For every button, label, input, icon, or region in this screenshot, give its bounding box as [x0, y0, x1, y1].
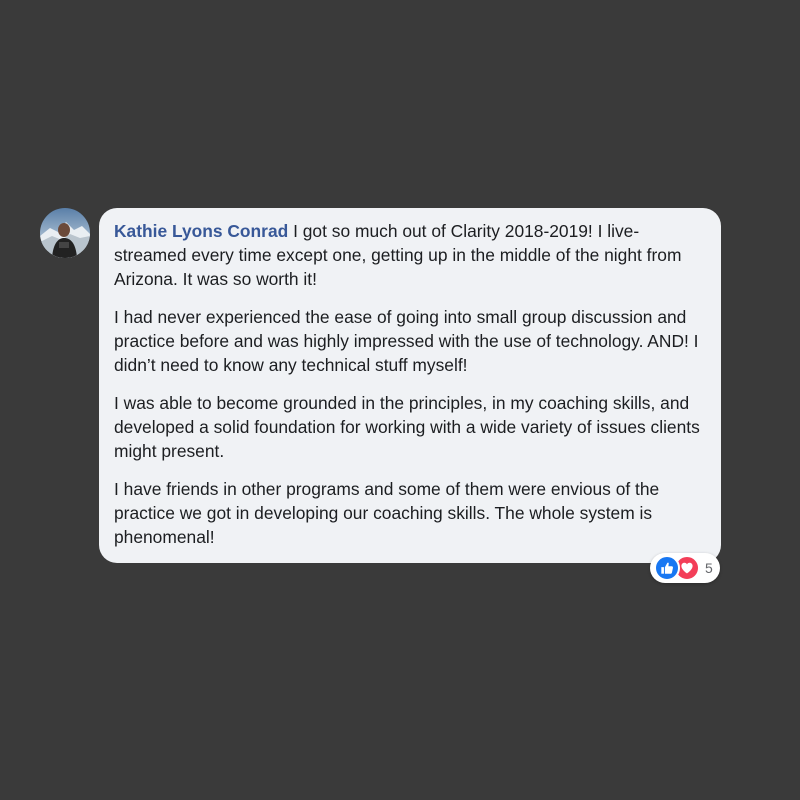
avatar-photo — [40, 208, 90, 258]
comment-bubble: Kathie Lyons Conrad I got so much out of… — [99, 208, 721, 563]
like-icon — [654, 555, 680, 581]
comment-paragraph: Kathie Lyons Conrad I got so much out of… — [114, 219, 707, 291]
comment-paragraph: I was able to become grounded in the pri… — [114, 393, 700, 461]
avatar[interactable] — [40, 208, 90, 258]
comment-paragraph: I had never experienced the ease of goin… — [114, 307, 699, 375]
reaction-count: 5 — [705, 560, 713, 576]
comment-paragraph: I have friends in other programs and som… — [114, 479, 660, 547]
reactions-summary[interactable]: 5 — [650, 553, 720, 583]
comment-author-link[interactable]: Kathie Lyons Conrad — [114, 221, 288, 241]
